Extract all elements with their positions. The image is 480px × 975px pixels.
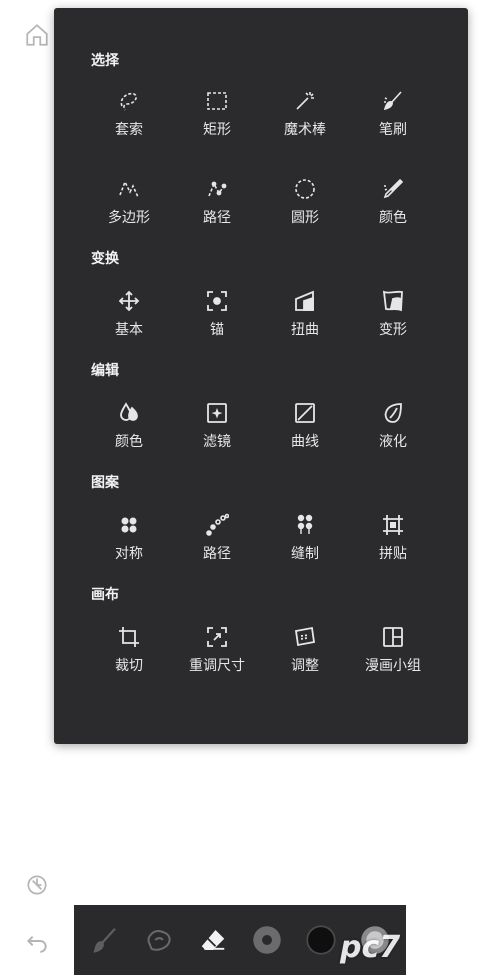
tool-magic-wand[interactable]: 魔术棒 [260, 88, 350, 148]
tool-liquify[interactable]: 液化 [348, 400, 438, 460]
tool-color-select[interactable]: 颜色 [348, 176, 438, 236]
filter-icon [207, 403, 227, 423]
anchor-icon [207, 291, 227, 311]
tool-curves[interactable]: 曲线 [260, 400, 350, 460]
smudge-icon [147, 930, 171, 951]
brush-tool-button[interactable] [88, 923, 122, 957]
eraser-tool-button[interactable] [196, 923, 230, 957]
symmetry-icon [121, 517, 137, 533]
tool-distort[interactable]: 扭曲 [260, 288, 350, 348]
tool-tile[interactable]: 拼贴 [348, 512, 438, 572]
tool-filter[interactable]: 滤镜 [172, 400, 262, 460]
section-title-select: 选择 [91, 53, 119, 69]
section-title-pattern: 图案 [91, 475, 119, 491]
move-icon [118, 290, 140, 312]
opacity-button[interactable] [304, 923, 338, 957]
history-icon[interactable] [24, 872, 50, 898]
brush-icon [93, 927, 116, 953]
tool-color-adjust[interactable]: 颜色 [84, 400, 174, 460]
watermark-logo: pc7 [340, 930, 401, 965]
resize-icon [207, 627, 227, 647]
polygon-icon [119, 180, 139, 198]
curves-icon [295, 403, 315, 423]
circle-select-icon [295, 179, 315, 199]
stitch-icon [297, 514, 313, 534]
color-picker-icon [383, 178, 404, 199]
smudge-tool-button[interactable] [142, 923, 176, 957]
comic-panel-icon [383, 627, 403, 647]
home-icon[interactable] [24, 22, 50, 48]
section-title-edit: 编辑 [91, 363, 119, 379]
eraser-icon [201, 930, 225, 950]
drops-icon [120, 402, 138, 421]
path-select-icon [208, 181, 227, 197]
undo-icon[interactable] [24, 928, 50, 954]
tool-circle-select[interactable]: 圆形 [260, 176, 350, 236]
distort-icon [295, 290, 314, 311]
liquify-icon [384, 403, 402, 423]
magic-wand-icon [296, 92, 314, 110]
tool-anchor[interactable]: 锚 [172, 288, 262, 348]
adjust-canvas-icon [294, 626, 316, 647]
tool-basic-transform[interactable]: 基本 [84, 288, 174, 348]
tool-adjust-canvas[interactable]: 调整 [260, 624, 350, 684]
brush-size-icon [253, 926, 281, 954]
tool-comic-panel[interactable]: 漫画小组 [348, 624, 438, 684]
tool-pattern-path[interactable]: 路径 [172, 512, 262, 572]
brush-select-icon [383, 91, 402, 111]
tool-lasso[interactable]: 套索 [84, 88, 174, 148]
warp-icon [382, 290, 403, 312]
pattern-path-icon [206, 513, 229, 536]
brush-size-button[interactable] [250, 923, 284, 957]
lasso-icon [120, 92, 137, 111]
rect-select-icon [207, 92, 227, 110]
section-title-canvas: 画布 [91, 587, 119, 603]
tool-resize[interactable]: 重调尺寸 [172, 624, 262, 684]
tool-crop[interactable]: 裁切 [84, 624, 174, 684]
tool-warp[interactable]: 变形 [348, 288, 438, 348]
section-title-transform: 变换 [91, 251, 119, 267]
tools-panel: 选择 套索 矩形 魔术棒 笔刷 多边形 路径 圆形 颜色 变换 基本 锚 扭曲 … [54, 8, 468, 744]
tool-path-select[interactable]: 路径 [172, 176, 262, 236]
crop-icon [119, 627, 139, 647]
opacity-icon [306, 925, 336, 955]
tool-brush-select[interactable]: 笔刷 [348, 88, 438, 148]
tool-polygon[interactable]: 多边形 [84, 176, 174, 236]
tool-stitch[interactable]: 缝制 [260, 512, 350, 572]
tool-symmetry[interactable]: 对称 [84, 512, 174, 572]
tile-icon [383, 515, 403, 535]
tool-rectangle[interactable]: 矩形 [172, 88, 262, 148]
